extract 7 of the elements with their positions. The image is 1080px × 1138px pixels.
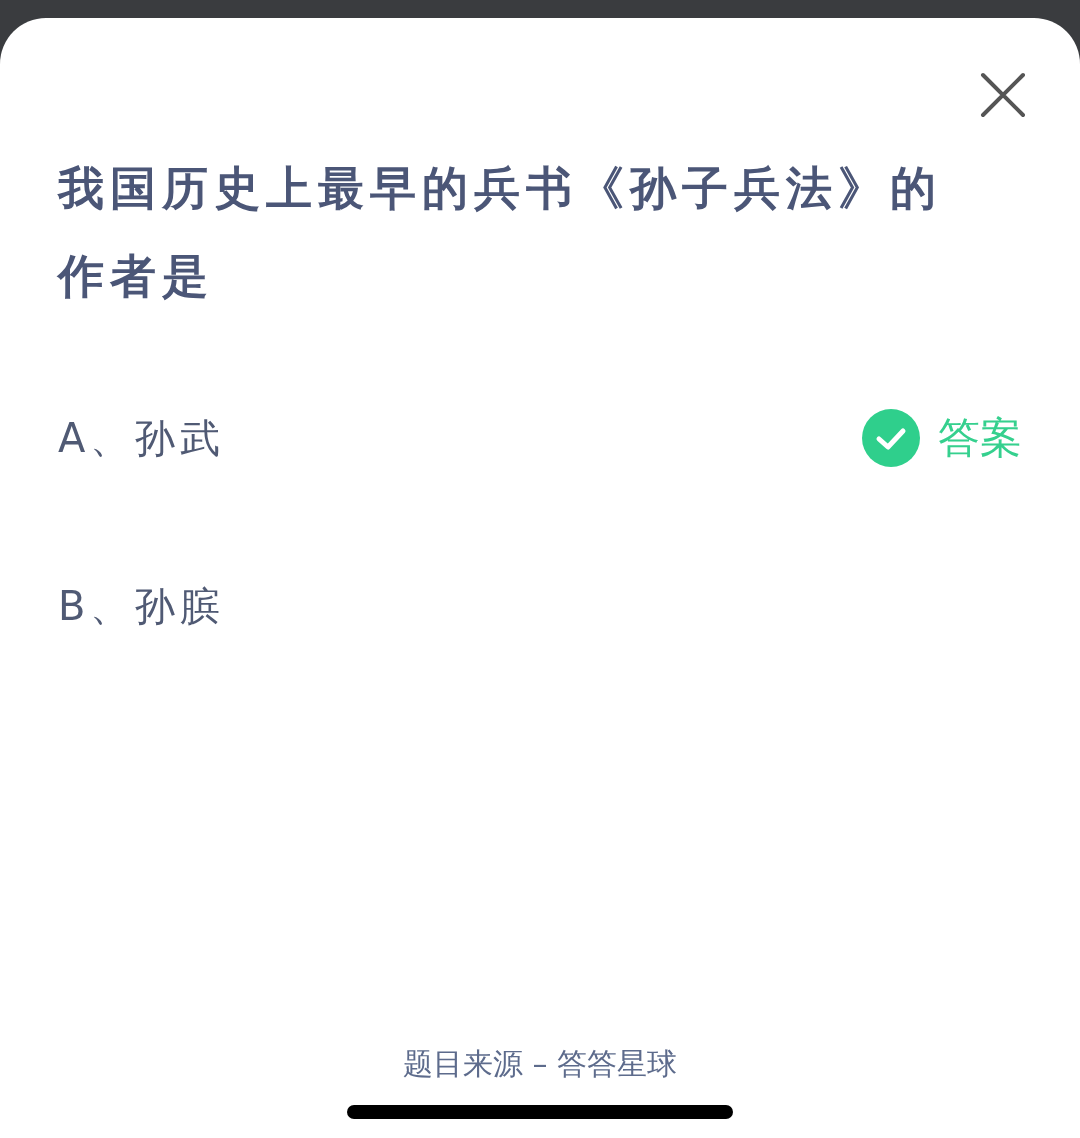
source-text: 题目来源 – 答答星球 bbox=[401, 1045, 679, 1083]
question-text: 我国历史上最早的兵书《孙子兵法》的作者是 bbox=[58, 160, 943, 305]
close-icon[interactable] bbox=[980, 72, 1026, 118]
option-label[interactable]: A、孙武 bbox=[58, 410, 226, 466]
option-label[interactable]: B、孙膑 bbox=[58, 578, 226, 634]
check-icon bbox=[862, 409, 920, 467]
answer-label: 答案 bbox=[938, 412, 1022, 464]
